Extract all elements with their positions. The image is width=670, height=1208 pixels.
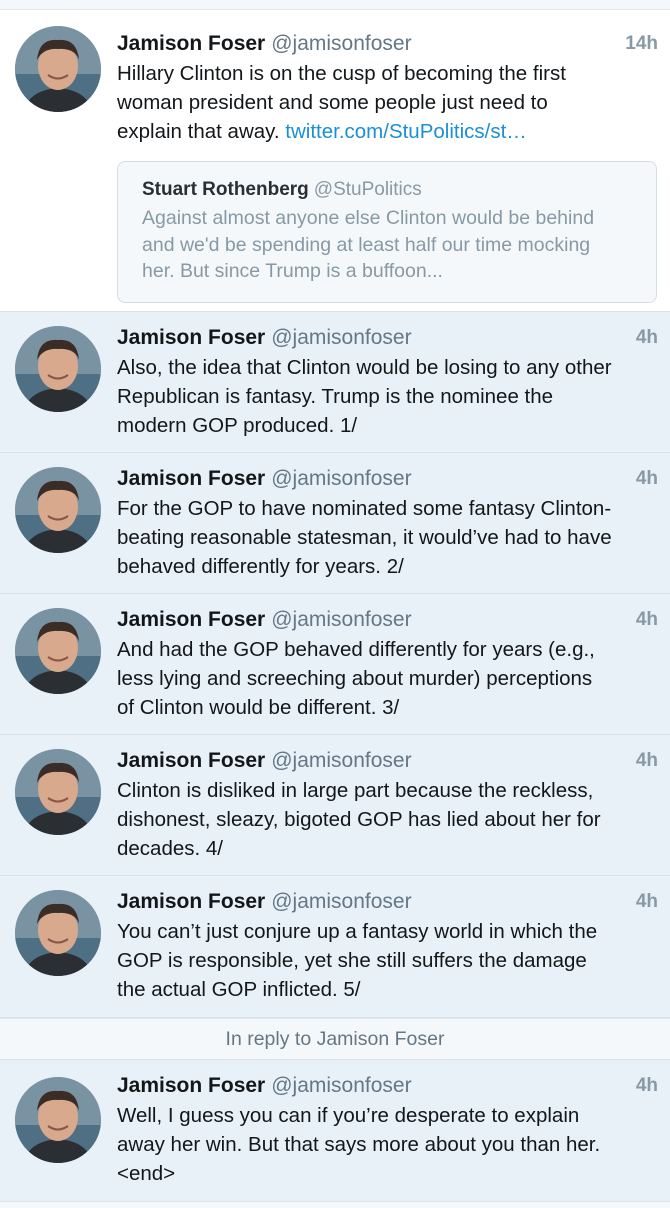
author-name[interactable]: Jamison Foser	[117, 890, 265, 913]
tweet-text-line: dishonest, sleazy, bigoted GOP has lied …	[117, 808, 601, 831]
tweet-text-line: modern GOP produced. 1/	[117, 414, 358, 437]
author-handle[interactable]: @jamisonfoser	[271, 326, 411, 349]
tweet-text: And had the GOP behaved differently for …	[117, 635, 658, 722]
tweet-text-line: Hillary Clinton is on the cusp of becomi…	[117, 62, 566, 85]
tweet-card[interactable]: Jamison Foser @jamisonfoser 4h Well, I gu…	[0, 1060, 670, 1202]
avatar[interactable]	[15, 26, 101, 112]
tweet-text-line: away her win. But that says more about y…	[117, 1133, 601, 1156]
tweet-text-line: the actual GOP inflicted. 5/	[117, 978, 361, 1001]
avatar[interactable]	[15, 608, 101, 694]
tweet-text-fragment: explain that away.	[117, 120, 286, 143]
tweet-text-line: You can’t just conjure up a fantasy worl…	[117, 920, 598, 943]
timestamp[interactable]: 4h	[636, 888, 658, 916]
quoted-tweet-link[interactable]: twitter.com/StuPolitics/st…	[285, 120, 527, 143]
tweet-text-line: woman president and some people just nee…	[117, 91, 548, 114]
quoted-tweet-card[interactable]: Stuart Rothenberg @StuPolitics Against al…	[117, 161, 657, 303]
author-name[interactable]: Jamison Foser	[117, 32, 265, 55]
tweet-text-line: less lying and screeching about murder) …	[117, 667, 593, 690]
tweet-text: You can’t just conjure up a fantasy worl…	[117, 917, 658, 1004]
tweet-text-line: Republican is fantasy. Trump is the nomi…	[117, 385, 554, 408]
author-handle[interactable]: @jamisonfoser	[271, 890, 411, 913]
timestamp[interactable]: 4h	[636, 465, 658, 493]
tweet-text-line: GOP is responsible, yet she still suffer…	[117, 949, 587, 972]
tweet-card[interactable]: Jamison Foser @jamisonfoser 4h And had th…	[0, 594, 670, 735]
quoted-author-name: Stuart Rothenberg	[142, 179, 309, 200]
tweet-text-line: Clinton is disliked in large part becaus…	[117, 779, 594, 802]
author-name[interactable]: Jamison Foser	[117, 749, 265, 772]
tweet-text-line: And had the GOP behaved differently for …	[117, 638, 595, 661]
tweet-card[interactable]: Jamison Foser @jamisonfoser 4h You can’t …	[0, 876, 670, 1018]
tweet-text-line: For the GOP to have nominated some fanta…	[117, 497, 612, 520]
quoted-tweet-header: Stuart Rothenberg @StuPolitics	[142, 177, 632, 203]
tweet-text-line: of Clinton would be different. 3/	[117, 696, 400, 719]
timestamp[interactable]: 14h	[625, 30, 658, 58]
tweet-text: Clinton is disliked in large part becaus…	[117, 776, 658, 863]
tweet-text: Also, the idea that Clinton would be los…	[117, 353, 658, 440]
top-strip	[0, 0, 670, 10]
tweet-text-line: <end>	[117, 1162, 176, 1185]
author-handle[interactable]: @jamisonfoser	[271, 467, 411, 490]
author-handle[interactable]: @jamisonfoser	[271, 32, 411, 55]
tweet-text-line: behaved differently for years. 2/	[117, 555, 404, 578]
author-handle[interactable]: @jamisonfoser	[271, 749, 411, 772]
tweet-text: For the GOP to have nominated some fanta…	[117, 494, 658, 581]
author-handle[interactable]: @jamisonfoser	[271, 608, 411, 631]
quoted-text-line: her. But since Trump is a buffoon...	[142, 260, 443, 282]
avatar[interactable]	[15, 890, 101, 976]
quoted-tweet-text: Against almost anyone else Clinton would…	[142, 205, 632, 285]
timestamp[interactable]: 4h	[636, 324, 658, 352]
tweet-card[interactable]: Jamison Foser @jamisonfoser 4h Also, the …	[0, 312, 670, 453]
tweet-header: Jamison Foser @jamisonfoser 14h	[117, 30, 658, 58]
tweet-header: Jamison Foser @jamisonfoser 4h	[117, 465, 658, 493]
timestamp[interactable]: 4h	[636, 1072, 658, 1100]
avatar[interactable]	[15, 467, 101, 553]
quoted-author-handle: @StuPolitics	[313, 179, 422, 200]
author-name[interactable]: Jamison Foser	[117, 326, 265, 349]
tweet-card[interactable]: Jamison Foser @jamisonfoser 14h Hillary C…	[0, 10, 670, 312]
quoted-text-line: and we'd be spending at least half our t…	[142, 233, 591, 256]
avatar[interactable]	[15, 749, 101, 835]
tweet-header: Jamison Foser @jamisonfoser 4h	[117, 324, 658, 352]
timestamp[interactable]: 4h	[636, 606, 658, 634]
bottom-strip	[0, 1202, 670, 1208]
tweet-text-line: Also, the idea that Clinton would be los…	[117, 356, 612, 379]
author-handle[interactable]: @jamisonfoser	[271, 1074, 411, 1097]
reply-context-link[interactable]: In reply to Jamison Foser	[0, 1018, 670, 1060]
tweet-header: Jamison Foser @jamisonfoser 4h	[117, 888, 658, 916]
tweet-header: Jamison Foser @jamisonfoser 4h	[117, 1072, 658, 1100]
tweet-text-line: decades. 4/	[117, 837, 223, 860]
tweet-header: Jamison Foser @jamisonfoser 4h	[117, 606, 658, 634]
author-name[interactable]: Jamison Foser	[117, 608, 265, 631]
tweet-card[interactable]: Jamison Foser @jamisonfoser 4h For the GO…	[0, 453, 670, 594]
quoted-text-line: Against almost anyone else Clinton would…	[142, 207, 595, 229]
avatar[interactable]	[15, 1077, 101, 1163]
tweet-text: Well, I guess you can if you’re desperat…	[117, 1101, 658, 1188]
avatar[interactable]	[15, 326, 101, 412]
timestamp[interactable]: 4h	[636, 747, 658, 775]
author-name[interactable]: Jamison Foser	[117, 1074, 265, 1097]
tweet-card[interactable]: Jamison Foser @jamisonfoser 4h Clinton is…	[0, 735, 670, 876]
author-name[interactable]: Jamison Foser	[117, 467, 265, 490]
tweet-text: Hillary Clinton is on the cusp of becomi…	[117, 59, 658, 146]
tweet-text-line: Well, I guess you can if you’re desperat…	[117, 1104, 580, 1127]
tweet-text-line: explain that away. twitter.com/StuPoliti…	[117, 117, 658, 146]
tweet-text-line: beating reasonable statesman, it would’v…	[117, 526, 612, 549]
tweet-header: Jamison Foser @jamisonfoser 4h	[117, 747, 658, 775]
